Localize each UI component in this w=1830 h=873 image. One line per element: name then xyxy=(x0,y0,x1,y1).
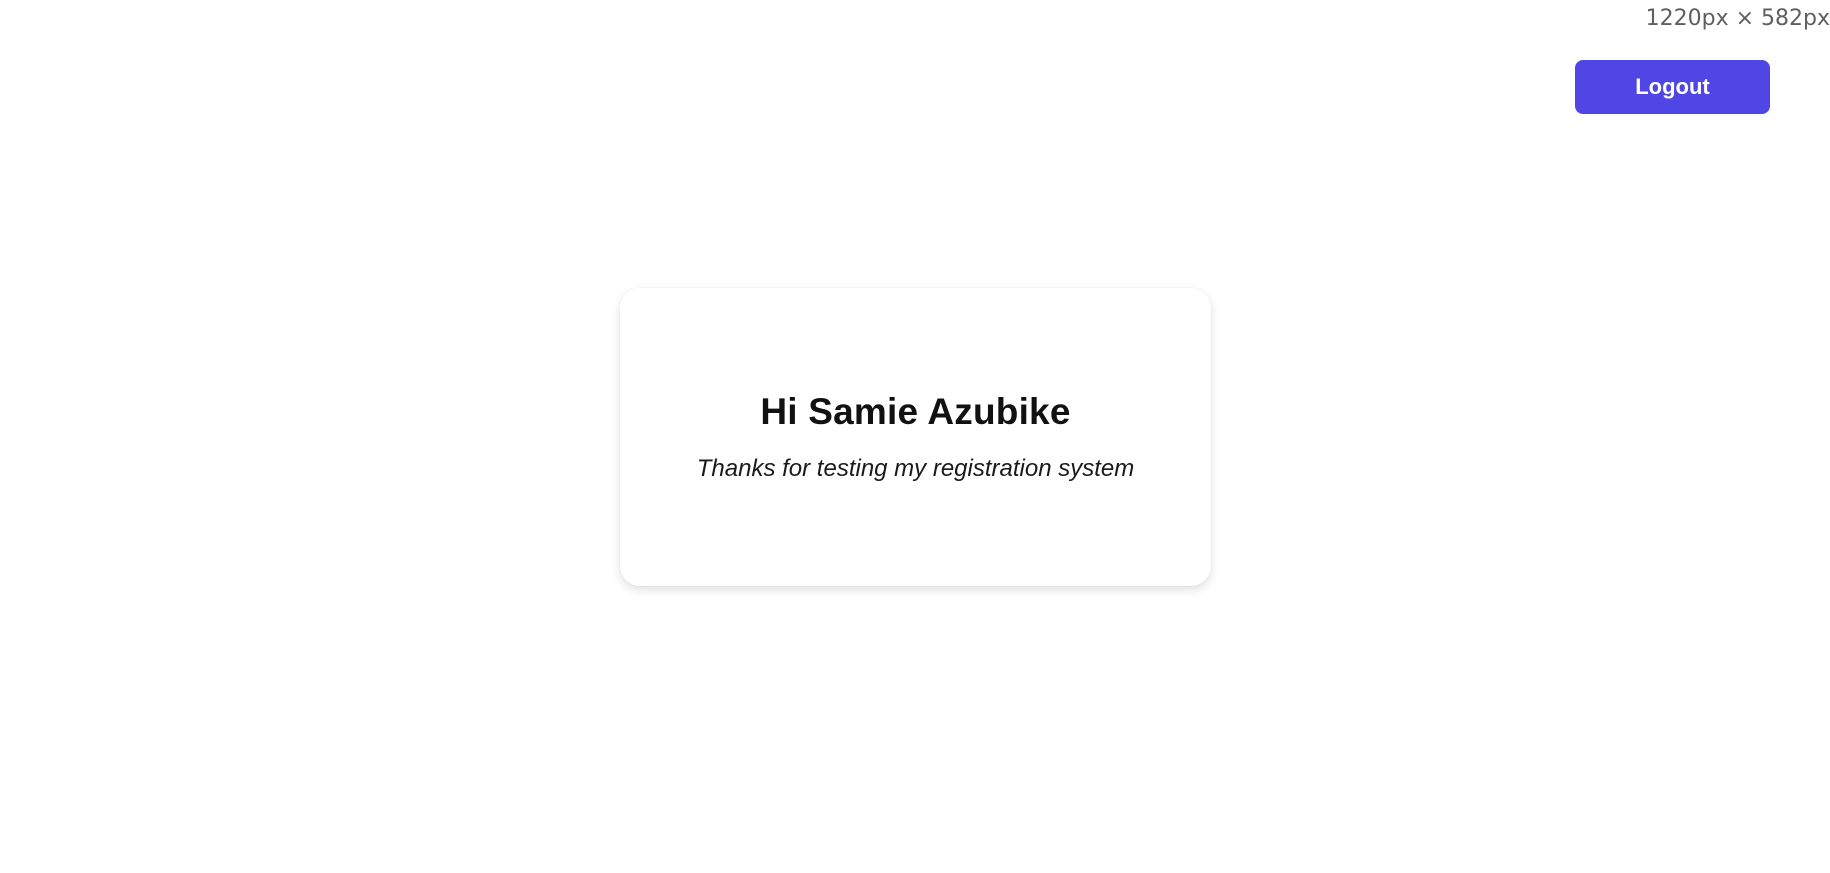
viewport-size-readout: 1220px × 582px xyxy=(1645,6,1830,31)
welcome-card: Hi Samie Azubike Thanks for testing my r… xyxy=(620,288,1211,586)
logout-button[interactable]: Logout xyxy=(1575,60,1770,114)
page: 1220px × 582px Logout Hi Samie Azubike T… xyxy=(0,0,1830,873)
thank-you-message: Thanks for testing my registration syste… xyxy=(696,455,1135,482)
greeting-heading: Hi Samie Azubike xyxy=(760,391,1071,432)
